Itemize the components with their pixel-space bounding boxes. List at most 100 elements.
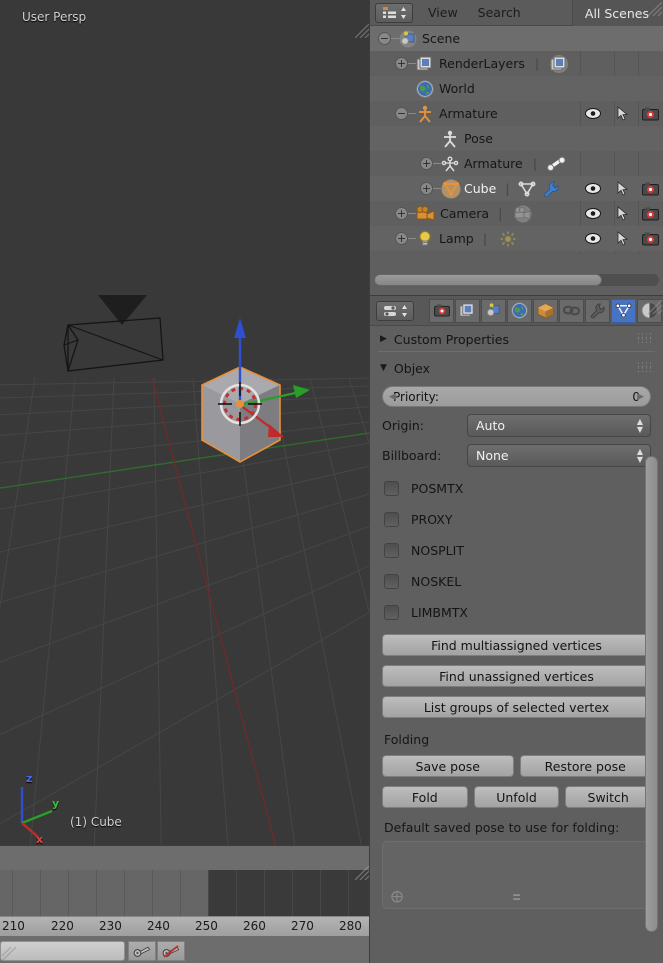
unfold-button[interactable]: Unfold: [473, 786, 560, 808]
checkbox-row-limbmtx[interactable]: LIMBMTX: [384, 605, 663, 620]
tab-object-data[interactable]: [611, 298, 636, 323]
outliner-row-world[interactable]: World: [370, 76, 663, 101]
timeline-track[interactable]: [0, 870, 369, 916]
outliner-row-renderlayers[interactable]: + RenderLayers |: [370, 51, 663, 76]
camera-data-icon[interactable]: [512, 205, 534, 223]
restrict-view-toggle[interactable]: [580, 101, 605, 126]
outliner-editor[interactable]: View Search All Scenes − Scene + RenderL…: [370, 0, 663, 295]
tab-render-layers[interactable]: [455, 298, 480, 323]
billboard-dropdown[interactable]: None ▲ ▼: [467, 444, 651, 467]
properties-body[interactable]: ▶ Custom Properties :::::::: ▼ Objex :::…: [370, 327, 663, 963]
outliner-horizontal-scrollbar[interactable]: [374, 274, 659, 286]
tab-render[interactable]: [429, 298, 454, 323]
restrict-view-toggle[interactable]: [580, 226, 605, 251]
priority-field[interactable]: ◀ Priority: 0 ▶: [382, 386, 651, 407]
insert-keyframe-button[interactable]: [128, 941, 156, 961]
expander-expand-icon[interactable]: +: [395, 232, 408, 245]
outliner-row-lamp[interactable]: + Lamp |: [370, 226, 663, 251]
outliner-menu-search[interactable]: Search: [468, 5, 531, 20]
expander-collapse-icon[interactable]: −: [395, 107, 408, 120]
restrict-select-toggle[interactable]: [610, 226, 635, 251]
restrict-render-toggle[interactable]: [638, 201, 663, 226]
lamp-data-icon[interactable]: [497, 230, 519, 248]
origin-dropdown[interactable]: Auto ▲ ▼: [467, 414, 651, 437]
checkbox-row-proxy[interactable]: PROXY: [384, 512, 663, 527]
area-corner-handle[interactable]: [355, 866, 369, 880]
restrict-render-toggle[interactable]: [638, 226, 663, 251]
tab-constraints[interactable]: [559, 298, 584, 323]
renderlayers-data-icon[interactable]: [549, 54, 569, 73]
restore-pose-button[interactable]: Restore pose: [519, 755, 651, 777]
expander-expand-icon[interactable]: +: [395, 207, 408, 220]
outliner-row-armature-data[interactable]: + Armature |: [370, 151, 663, 176]
checkbox-row-nosplit[interactable]: NOSPLIT: [384, 543, 663, 558]
find-multiassigned-vertices-button[interactable]: Find multiassigned vertices: [382, 634, 651, 656]
checkbox-row-posmtx[interactable]: POSMTX: [384, 481, 663, 496]
properties-vertical-scrollbar[interactable]: [645, 296, 658, 932]
timeline-frame-label: 250: [195, 919, 218, 933]
3d-viewport[interactable]: User Persp (1) Cube z y x: [0, 0, 369, 845]
timeline-ruler[interactable]: 210 220 230 240 250 260 270 280: [0, 916, 369, 936]
switch-button[interactable]: Switch: [565, 786, 652, 808]
checkbox-row-noskel[interactable]: NOSKEL: [384, 574, 663, 589]
tab-world[interactable]: [507, 298, 532, 323]
panel-header-objex[interactable]: ▼ Objex ::::::::: [370, 356, 663, 380]
outliner-row-scene[interactable]: − Scene: [370, 26, 663, 51]
panel-header-custom-properties[interactable]: ▶ Custom Properties ::::::::: [370, 327, 663, 351]
mesh-data-icon: [615, 303, 632, 318]
area-corner-handle[interactable]: [2, 947, 16, 961]
wrench-icon[interactable]: [542, 180, 560, 198]
chevron-left-icon[interactable]: ◀: [389, 392, 396, 402]
outliner-display-mode-button[interactable]: [375, 2, 413, 23]
add-icon[interactable]: ⨁: [391, 889, 403, 903]
viewport-canvas[interactable]: [0, 0, 369, 845]
expander-expand-icon[interactable]: +: [420, 157, 433, 170]
bone-icon[interactable]: [547, 156, 567, 172]
saved-pose-list[interactable]: ⨁ ━ ━: [382, 841, 651, 909]
restrict-select-toggle[interactable]: [610, 101, 635, 126]
proxy-checkbox[interactable]: [384, 512, 399, 527]
area-corner-handle[interactable]: [648, 300, 662, 314]
expander-collapse-icon[interactable]: −: [378, 32, 391, 45]
posmtx-checkbox[interactable]: [384, 481, 399, 496]
outliner-row-pose[interactable]: Pose: [370, 126, 663, 151]
properties-editor-type-button[interactable]: [376, 300, 414, 321]
chevron-right-icon[interactable]: ▶: [637, 392, 644, 402]
restrict-render-toggle[interactable]: [638, 101, 663, 126]
list-groups-of-selected-vertex-button[interactable]: List groups of selected vertex: [382, 696, 651, 718]
timeline-editor[interactable]: 210 220 230 240 250 260 270 280: [0, 846, 369, 963]
updown-arrows-icon: [400, 6, 406, 19]
outliner-row-armature[interactable]: − Armature: [370, 101, 663, 126]
outliner-menu-view[interactable]: View: [418, 5, 468, 20]
area-corner-handle[interactable]: [648, 2, 662, 16]
tab-modifiers[interactable]: [585, 298, 610, 323]
mesh-data-icon[interactable]: [518, 180, 536, 198]
nosplit-checkbox[interactable]: [384, 543, 399, 558]
tab-object[interactable]: [533, 298, 558, 323]
restrict-select-toggle[interactable]: [610, 176, 635, 201]
outliner-row-camera[interactable]: + Camera |: [370, 201, 663, 226]
area-corner-handle[interactable]: [355, 24, 369, 38]
fold-button[interactable]: Fold: [382, 786, 468, 808]
tab-scene[interactable]: [481, 298, 506, 323]
outliner-tree[interactable]: − Scene + RenderLayers | World − Armatur…: [370, 26, 663, 274]
expander-expand-icon[interactable]: +: [395, 57, 408, 70]
scrollbar-thumb[interactable]: [374, 274, 602, 286]
noskel-checkbox[interactable]: [384, 574, 399, 589]
current-frame-input[interactable]: [0, 941, 125, 961]
scrollbar-thumb[interactable]: [645, 456, 658, 932]
restrict-view-toggle[interactable]: [580, 176, 605, 201]
save-pose-button[interactable]: Save pose: [382, 755, 514, 777]
eye-icon: [584, 108, 601, 119]
resize-grip-icon[interactable]: ━ ━: [513, 890, 520, 905]
find-unassigned-vertices-button[interactable]: Find unassigned vertices: [382, 665, 651, 687]
limbmtx-checkbox[interactable]: [384, 605, 399, 620]
delete-keyframe-button[interactable]: [157, 941, 185, 961]
restrict-select-toggle[interactable]: [610, 201, 635, 226]
expander-expand-icon[interactable]: +: [420, 182, 433, 195]
outliner-label: Pose: [464, 131, 493, 146]
properties-editor[interactable]: ▶ Custom Properties :::::::: ▼ Objex :::…: [370, 296, 663, 963]
restrict-view-toggle[interactable]: [580, 201, 605, 226]
restrict-render-toggle[interactable]: [638, 176, 663, 201]
outliner-row-cube[interactable]: + Cube |: [370, 176, 663, 201]
